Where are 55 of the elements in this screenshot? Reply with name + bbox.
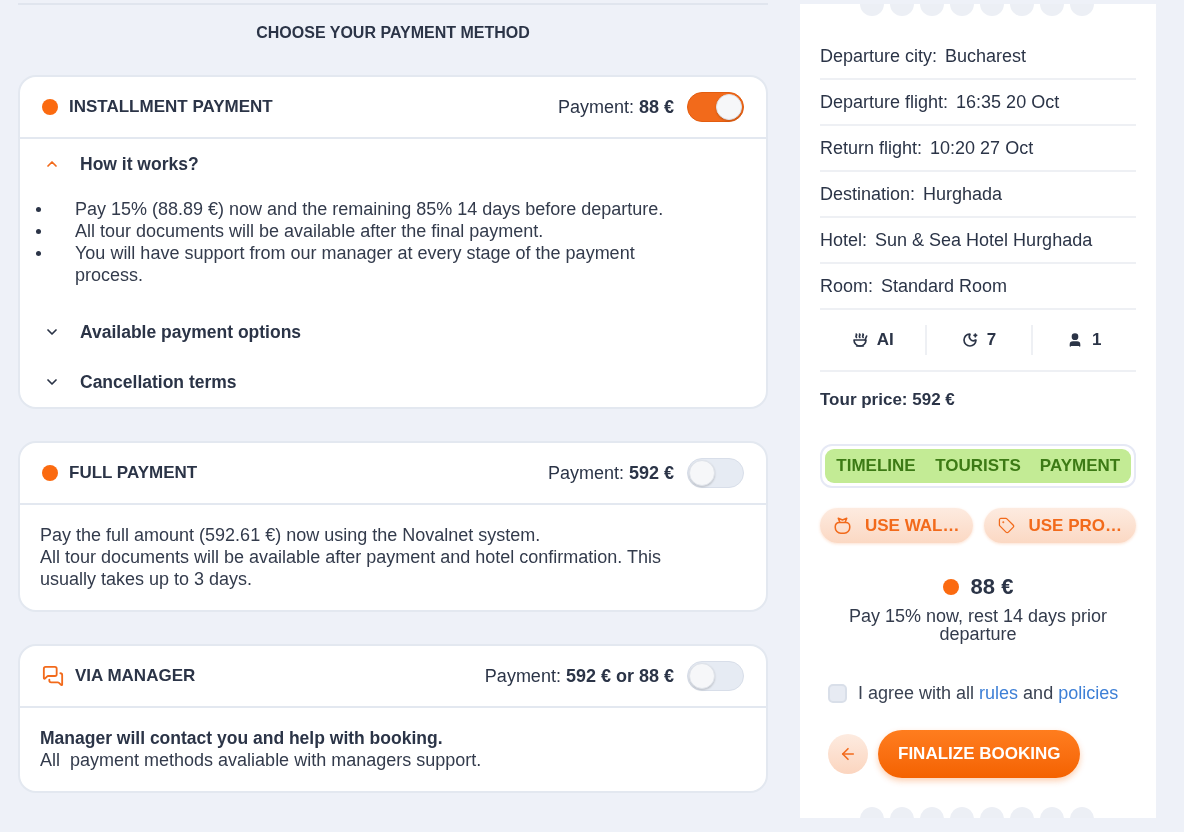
detail-value: Sun & Sea Hotel Hurghada — [875, 228, 1093, 252]
detail-label: Return flight: — [820, 136, 923, 160]
pouch-icon — [834, 517, 851, 534]
detail-value: Bucharest — [945, 44, 1027, 68]
detail-value: 16:35 20 Oct — [956, 90, 1060, 114]
step-tab[interactable]: PAYMENT — [1029, 449, 1131, 483]
payment-amount: Payment: 592 € — [547, 461, 674, 485]
detail-label: Hotel: — [820, 228, 868, 252]
bullet-icon — [36, 207, 41, 212]
description-text: All tour documents will be available after payment and hotel confirmation. This usually takes up to 3 days. — [40, 546, 662, 590]
accordion-header[interactable]: Available payment options — [20, 307, 306, 357]
accordion-header[interactable]: Cancellation terms — [20, 357, 241, 407]
step-tab[interactable]: TIMELINE — [825, 449, 927, 483]
description-text: All payment methods avaliable with managers support. — [40, 749, 483, 771]
bullet-icon — [36, 251, 41, 256]
method-title: FULL PAYMENT — [69, 462, 198, 485]
bullet-text: Pay 15% (88.89 €) now and the remaining 85% 14 days before departure. — [75, 198, 664, 220]
detail-label: Departure city: — [820, 44, 938, 68]
bowl-icon — [851, 332, 868, 348]
tour-price: Tour price: 592 € — [820, 390, 956, 410]
description-text: Pay the full amount (592.61 €) now using the Novalnet system. — [40, 524, 542, 546]
back-button[interactable] — [828, 734, 868, 774]
detail-label: Departure flight: — [820, 90, 949, 114]
finalize-booking-button[interactable]: FINALIZE BOOKING — [878, 730, 1081, 778]
step-tab[interactable]: TOURISTS — [927, 449, 1029, 483]
text-link[interactable]: rules — [979, 683, 1019, 703]
detail-label: Destination: — [820, 182, 916, 206]
bullet-text: You will have support from our manager at every stage of the payment process. — [75, 242, 636, 286]
tag-icon — [997, 517, 1015, 534]
bullet-icon — [36, 229, 41, 234]
stat-value: 1 — [1092, 329, 1102, 352]
payment-amount: Payment: 592 € or 88 € — [484, 664, 674, 688]
amount-due: 88 € — [970, 574, 1014, 600]
wallet-button[interactable]: USE WAL… — [820, 508, 973, 543]
payment-note: Pay 15% now, rest 14 days prior departure — [847, 607, 1109, 643]
agreement-text: I agree with all rules and policies — [858, 683, 1119, 703]
accordion-header[interactable]: How it works? — [20, 139, 203, 189]
text-link[interactable]: policies — [1058, 683, 1119, 703]
detail-value: Standard Room — [881, 274, 1008, 298]
detail-value: 10:20 27 Oct — [930, 136, 1034, 160]
detail-value: Hurghada — [923, 182, 1003, 206]
chat-bubbles-icon — [42, 665, 64, 687]
moon-star-icon — [961, 332, 978, 348]
toggle-switch[interactable] — [687, 92, 744, 122]
promo-code-button[interactable]: USE PRO… — [983, 508, 1136, 543]
stat-value: AI — [876, 329, 894, 352]
section-heading: CHOOSE YOUR PAYMENT METHOD — [255, 23, 531, 43]
agree-checkbox[interactable] — [828, 683, 847, 703]
stat-value: 7 — [986, 329, 997, 352]
method-title: VIA MANAGER — [75, 665, 196, 688]
method-title: INSTALLMENT PAYMENT — [69, 96, 273, 119]
description-text: Manager will contact you and help with booking. — [40, 727, 444, 749]
detail-label: Room: — [820, 274, 873, 298]
payment-amount: Payment: 88 € — [557, 95, 674, 119]
bullet-text: All tour documents will be available after the final payment. — [75, 220, 544, 242]
